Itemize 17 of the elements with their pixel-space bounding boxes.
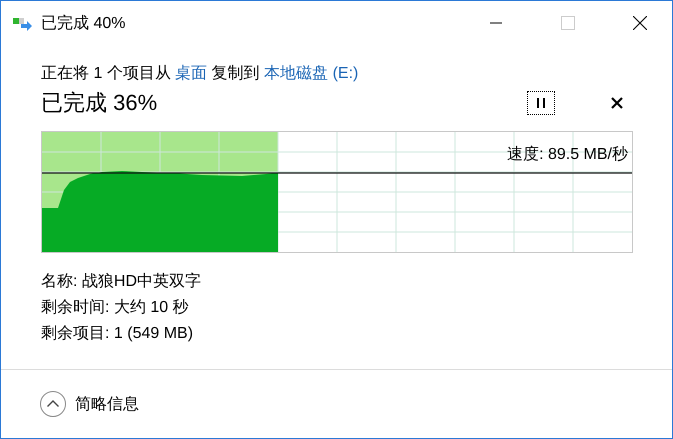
fewer-details-button[interactable]: 简略信息 [39, 390, 139, 418]
close-icon [633, 16, 647, 30]
detail-text: 剩余项目: 1 (549 MB) [41, 324, 194, 344]
speed-label: 速度: 89.5 MB/秒 [507, 144, 628, 165]
window-title: 已完成 40% [41, 14, 126, 34]
pause-button[interactable] [527, 91, 555, 115]
folder-link[interactable]: 本地磁盘 (E:) [264, 65, 358, 82]
maximize-icon [561, 16, 575, 30]
chevron-up-icon [39, 390, 67, 418]
close-icon [611, 97, 623, 109]
progress-status: 已完成 36% [41, 89, 158, 117]
copy-description: 正在将 1 个项目从 桌面 复制到 本地磁盘 (E:) [41, 64, 360, 84]
pause-icon [536, 97, 546, 109]
detail-text: 名称: 战狼HD中英双字 [41, 272, 201, 292]
folder-link[interactable]: 桌面 [175, 65, 208, 82]
detail-text: 剩余时间: 大约 10 秒 [41, 298, 189, 318]
copy-icon [13, 15, 33, 31]
